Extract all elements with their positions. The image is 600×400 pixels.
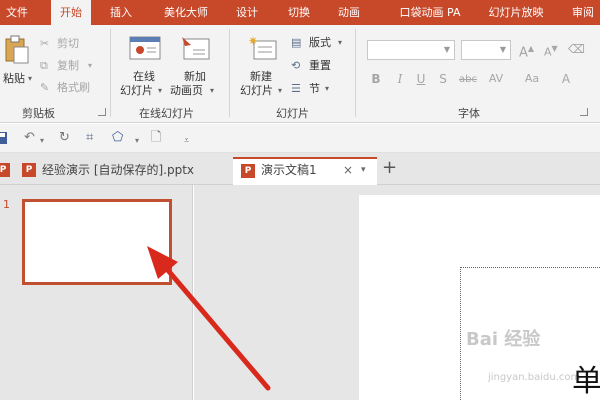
new-slide-dropdown-icon: ▾ — [278, 86, 283, 95]
online-slides-group-label: 在线幻灯片 — [139, 107, 194, 120]
clipboard-dialog-launcher[interactable] — [98, 108, 106, 116]
tab-home[interactable]: 开始 — [51, 0, 91, 25]
new-animation-page-dropdown-icon: ▾ — [210, 86, 215, 95]
document-tabs: P P 经验演示 [自动保存的].pptx P 演示文稿1 × ▾ + — [0, 153, 600, 185]
tab-design[interactable]: 设计 — [232, 0, 262, 25]
section-icon: ☰ — [291, 82, 301, 95]
slide-canvas[interactable] — [359, 195, 600, 400]
shadow-button[interactable]: S — [436, 72, 450, 86]
ribbon-tab-bar: 文件 开始 插入 美化大师 设计 切换 动画 口袋动画 PA 幻灯片放映 审阅 — [0, 0, 600, 25]
redo-icon[interactable]: ↻ — [59, 130, 70, 146]
slide-number: 1 — [3, 198, 10, 211]
layout-icon: ▤ — [291, 36, 302, 49]
online-slides-label: 在线 — [133, 70, 155, 83]
new-document-icon[interactable]: 🗋 — [151, 130, 161, 146]
font-color-button[interactable]: A — [559, 72, 573, 86]
group-separator — [355, 29, 356, 117]
change-case-button[interactable]: Aa — [522, 72, 542, 86]
group-separator — [110, 29, 111, 117]
group-separator — [229, 29, 230, 117]
tab-insert[interactable]: 插入 — [106, 0, 136, 25]
tab-document-current[interactable]: P 演示文稿1 × ▾ — [233, 157, 377, 185]
copy-label: 复制 — [57, 59, 79, 72]
quick-access-toolbar: ↶ ▾ ↻ ⌗ ⬠ ▾ 🗋 ⩡ — [0, 124, 600, 153]
font-grow-button[interactable]: A▲ — [519, 42, 534, 60]
slide-title-text: 单 — [572, 364, 600, 399]
character-spacing-button[interactable]: AV — [486, 72, 506, 86]
slide-editor-pane — [194, 185, 600, 400]
clear-format-icon[interactable]: ⌫ — [568, 42, 585, 56]
layout-dropdown-icon: ▾ — [338, 38, 343, 47]
new-animation-page-label: 新加 — [184, 70, 206, 83]
new-animation-page-icon — [182, 37, 210, 60]
font-group-label: 字体 — [458, 107, 480, 120]
undo-dropdown-icon[interactable]: ▾ — [40, 133, 44, 149]
copy-dropdown-icon: ▾ — [88, 61, 93, 70]
start-slideshow-icon[interactable]: ⌗ — [86, 130, 93, 146]
online-slides-icon — [129, 36, 161, 60]
layout-label: 版式 — [309, 36, 331, 49]
tab-animations[interactable]: 动画 — [334, 0, 364, 25]
ribbon-home: 粘贴 ▾ ✂ 剪切 ⧉ 复制 ▾ ✎ 格式刷 剪贴板 在线 幻灯片 ▾ 新加 动… — [0, 25, 600, 123]
slides-group-label: 幻灯片 — [276, 107, 309, 120]
tab-document-autosaved[interactable]: P P 经验演示 [自动保存的].pptx — [0, 157, 228, 185]
section-dropdown-icon: ▾ — [325, 84, 330, 93]
new-slide-icon: ✷ — [248, 34, 277, 60]
document-tab-label: 经验演示 [自动保存的].pptx — [42, 163, 195, 177]
chevron-down-icon: ▼ — [443, 45, 450, 54]
tab-beautify[interactable]: 美化大师 — [159, 0, 213, 25]
pptx-file-icon: P — [241, 164, 255, 178]
italic-button[interactable]: I — [393, 72, 407, 86]
document-tab-label: 演示文稿1 — [261, 163, 317, 177]
underline-button[interactable]: U — [414, 72, 428, 86]
clipboard-group-label: 剪贴板 — [22, 107, 55, 120]
insert-shape-icon[interactable]: ⬠ — [112, 130, 123, 146]
paste-label: 粘贴 — [3, 72, 25, 85]
insert-shape-dropdown-icon[interactable]: ▾ — [135, 133, 139, 149]
chevron-down-icon: ▼ — [499, 45, 506, 54]
svg-text:✷: ✷ — [248, 34, 258, 48]
slide-thumbnails-pane: 1 — [0, 185, 193, 400]
font-name-combo[interactable]: ▼ — [367, 40, 455, 60]
save-icon[interactable] — [0, 131, 8, 145]
tab-transitions[interactable]: 切换 — [284, 0, 314, 25]
cut-label: 剪切 — [57, 37, 79, 50]
watermark: Bai 经验 — [466, 329, 541, 350]
new-slide-label-2: 幻灯片 — [240, 84, 273, 97]
online-slides-label-2: 幻灯片 — [120, 84, 153, 97]
watermark-url: jingyan.baidu.com — [488, 372, 581, 383]
undo-icon[interactable]: ↶ — [24, 130, 35, 146]
bold-button[interactable]: B — [369, 72, 383, 86]
reset-label: 重置 — [309, 59, 331, 72]
paste-icon — [5, 35, 29, 64]
paste-dropdown-icon: ▾ — [28, 74, 33, 83]
font-dialog-launcher[interactable] — [580, 108, 588, 116]
new-tab-button[interactable]: + — [382, 155, 397, 181]
scissors-icon: ✂ — [40, 37, 50, 50]
format-painter-icon: ✎ — [40, 81, 50, 94]
tab-review[interactable]: 审阅 — [566, 0, 600, 25]
slide-thumbnail[interactable] — [22, 199, 172, 285]
tab-dropdown-icon[interactable]: ▾ — [361, 157, 366, 183]
tab-file[interactable]: 文件 — [2, 0, 32, 25]
new-animation-page-label-2: 动画页 — [170, 84, 203, 97]
format-painter-label: 格式刷 — [57, 81, 90, 94]
close-icon[interactable]: × — [343, 157, 353, 183]
font-shrink-button[interactable]: A▼ — [544, 42, 558, 60]
tab-pocket-animation[interactable]: 口袋动画 PA — [392, 0, 468, 25]
customize-toolbar-icon[interactable]: ⩡ — [184, 133, 189, 149]
reset-icon: ⟲ — [291, 59, 301, 72]
pptx-file-icon: P — [0, 163, 10, 177]
tab-slideshow[interactable]: 幻灯片放映 — [484, 0, 548, 25]
new-slide-label: 新建 — [250, 70, 272, 83]
copy-icon: ⧉ — [40, 59, 48, 72]
online-slides-dropdown-icon: ▾ — [158, 86, 163, 95]
strikethrough-button[interactable]: abc — [457, 73, 479, 87]
font-size-combo[interactable]: ▼ — [461, 40, 511, 60]
section-label: 节 — [309, 82, 320, 95]
